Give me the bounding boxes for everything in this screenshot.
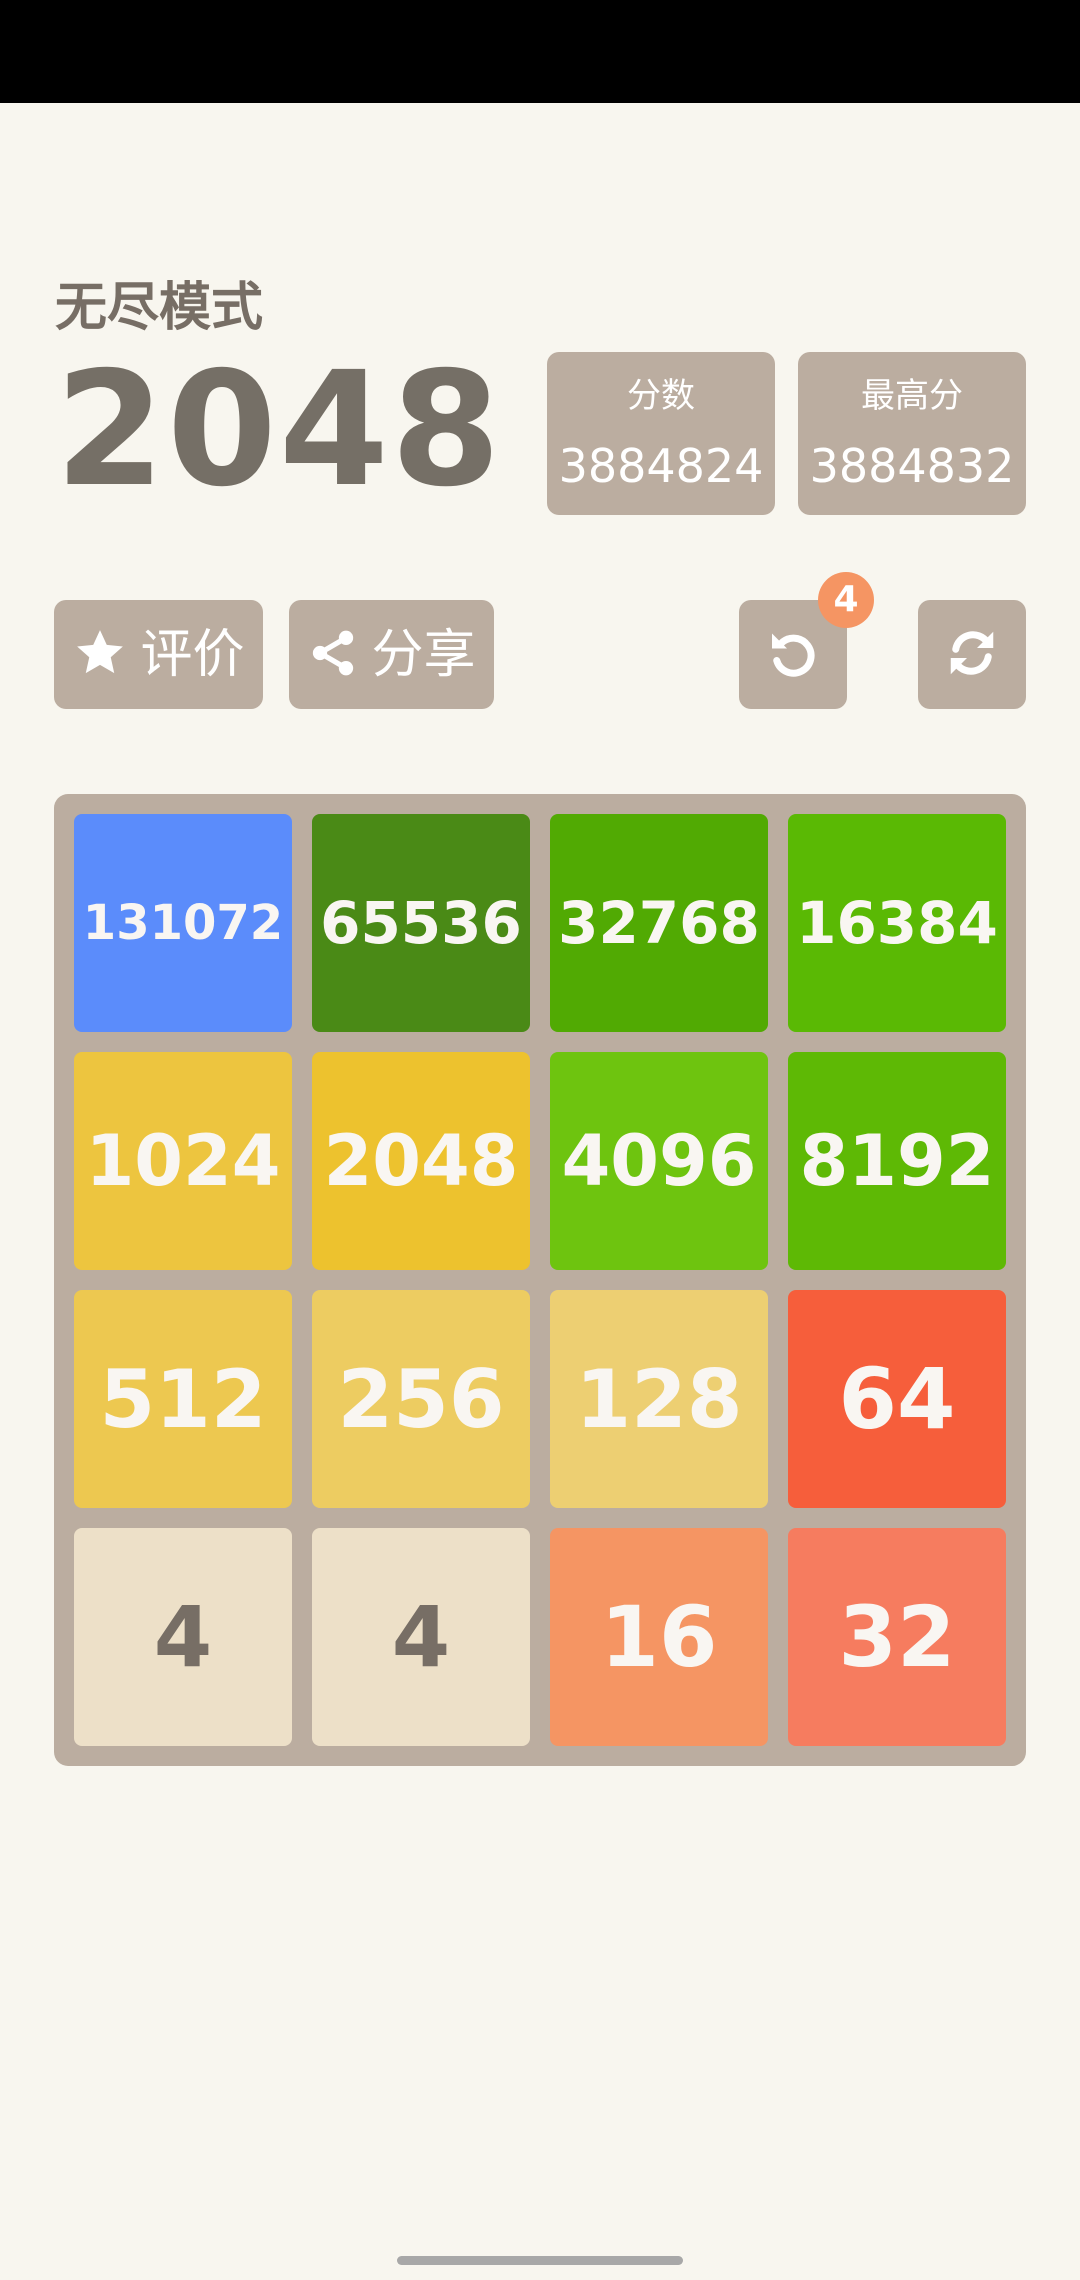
score-label: 分数: [627, 376, 695, 416]
tile: 16: [550, 1528, 768, 1746]
undo-count-badge: 4: [818, 572, 874, 628]
rate-label: 评价: [140, 624, 245, 685]
star-icon: [72, 625, 128, 685]
tile: 4: [74, 1528, 292, 1746]
game-board[interactable]: 131072 65536 32768 16384 1024 2048 4096 8192 512…: [54, 794, 1026, 1766]
restart-icon: [942, 623, 1002, 687]
tile: 32768: [550, 814, 768, 1032]
tile: 65536: [312, 814, 530, 1032]
mode-label: 无尽模式: [55, 278, 264, 338]
tile: 128: [550, 1290, 768, 1508]
tile: 2048: [312, 1052, 530, 1270]
home-indicator: [397, 2256, 683, 2265]
best-score-value: 3884832: [809, 439, 1015, 493]
tile: 256: [312, 1290, 530, 1508]
share-icon: [307, 627, 359, 683]
score-value: 3884824: [558, 439, 764, 493]
best-score-label: 最高分: [861, 376, 963, 416]
rate-button[interactable]: 评价: [54, 600, 263, 709]
restart-button[interactable]: [918, 600, 1026, 709]
tile: 131072: [74, 814, 292, 1032]
tile: 512: [74, 1290, 292, 1508]
tile: 16384: [788, 814, 1006, 1032]
tile: 4: [312, 1528, 530, 1746]
undo-icon: [763, 623, 823, 687]
tile: 4096: [550, 1052, 768, 1270]
game-title: 2048: [55, 338, 503, 522]
best-score-box: 最高分 3884832: [798, 352, 1026, 515]
share-button[interactable]: 分享: [289, 600, 494, 709]
tile: 1024: [74, 1052, 292, 1270]
tile: 8192: [788, 1052, 1006, 1270]
score-box: 分数 3884824: [547, 352, 775, 515]
tile: 64: [788, 1290, 1006, 1508]
tile: 32: [788, 1528, 1006, 1746]
status-bar: [0, 0, 1080, 103]
share-label: 分享: [371, 624, 476, 685]
